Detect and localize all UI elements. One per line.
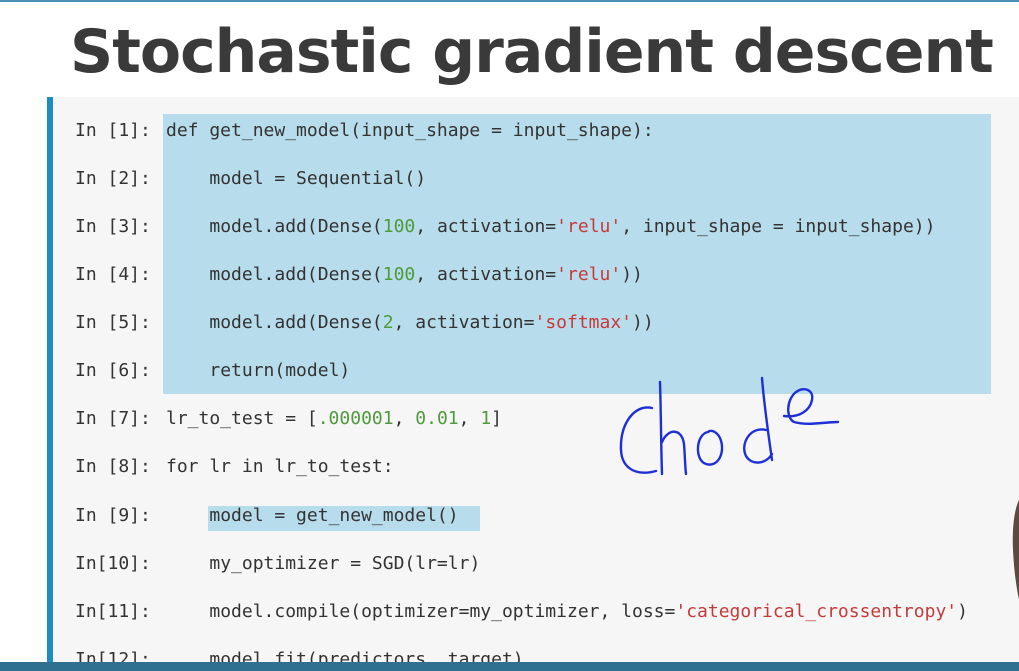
code-text: model = get_new_model() — [209, 505, 459, 526]
code-line: In [4]: model.add(Dense(100, activation=… — [75, 261, 643, 289]
cell-prompt: In [7]: — [75, 408, 151, 429]
slide-title: Stochastic gradient descent — [70, 17, 994, 87]
code-text: model.add(Dense( — [209, 312, 383, 333]
code-line: In[10]: my_optimizer = SGD(lr=lr) — [75, 550, 480, 578]
code-line: In [8]: for lr in lr_to_test: — [75, 453, 394, 481]
cell-prompt: In [3]: — [75, 216, 151, 237]
code-string: 'relu' — [556, 216, 622, 237]
cell-prompt: In [2]: — [75, 168, 151, 189]
code-text: , — [458, 408, 481, 429]
cell-prompt: In [5]: — [75, 312, 151, 333]
code-string: 'categorical_crossentropy' — [675, 601, 958, 622]
panel-accent-bar — [47, 97, 53, 671]
cell-prompt: In[10]: — [75, 553, 151, 574]
cell-prompt: In [9]: — [75, 505, 151, 526]
code-text: , input_shape = input_shape)) — [621, 216, 936, 237]
code-text: )) — [632, 312, 654, 333]
code-text: for lr in lr_to_test: — [166, 456, 394, 477]
code-text: , — [393, 408, 416, 429]
code-string: 'softmax' — [534, 312, 633, 333]
bottom-bar — [0, 662, 1019, 671]
handwritten-annotation — [619, 376, 840, 476]
code-text: , activation= — [415, 264, 557, 285]
code-line: In [5]: model.add(Dense(2, activation='s… — [75, 309, 654, 337]
code-text: model.add(Dense( — [209, 264, 383, 285]
code-text: model = Sequential() — [209, 168, 427, 189]
code-text: model.compile(optimizer=my_optimizer, lo… — [209, 601, 676, 622]
code-string: 'relu' — [556, 264, 622, 285]
code-text: return(model) — [209, 360, 351, 381]
top-rule — [0, 0, 1019, 2]
code-number: 0.01 — [415, 408, 459, 429]
code-number: .000001 — [317, 408, 394, 429]
cell-prompt: In [6]: — [75, 360, 151, 381]
code-text: def get_new_model(input_shape = input_sh… — [166, 120, 654, 141]
code-text: ) — [957, 601, 968, 622]
code-text: my_optimizer = SGD(lr=lr) — [209, 553, 481, 574]
code-text: , activation= — [393, 312, 535, 333]
code-line: In [2]: model = Sequential() — [75, 165, 426, 193]
code-line: In [1]: def get_new_model(input_shape = i… — [75, 117, 654, 145]
function-highlight — [163, 114, 991, 394]
presenter-silhouette — [1006, 500, 1019, 600]
code-panel: In [1]: def get_new_model(input_shape = i… — [47, 97, 1019, 671]
cell-prompt: In [1]: — [75, 120, 151, 141]
code-line: In [9]: model = get_new_model() — [75, 502, 459, 530]
code-line: In [7]: lr_to_test = [.000001, 0.01, 1] — [75, 405, 502, 433]
code-text: model.add(Dense( — [209, 216, 383, 237]
code-text: )) — [621, 264, 643, 285]
code-number: 2 — [382, 312, 394, 333]
code-line: In [3]: model.add(Dense(100, activation=… — [75, 213, 935, 241]
code-line: In [6]: return(model) — [75, 357, 350, 385]
code-number: 100 — [382, 216, 416, 237]
code-number: 1 — [480, 408, 492, 429]
code-text: lr_to_test = [ — [166, 408, 318, 429]
code-text: , activation= — [415, 216, 557, 237]
code-text: ] — [491, 408, 502, 429]
cell-prompt: In [4]: — [75, 264, 151, 285]
code-number: 100 — [382, 264, 416, 285]
cell-prompt: In[11]: — [75, 601, 151, 622]
cell-prompt: In [8]: — [75, 456, 151, 477]
code-line: In[11]: model.compile(optimizer=my_optim… — [75, 598, 968, 626]
